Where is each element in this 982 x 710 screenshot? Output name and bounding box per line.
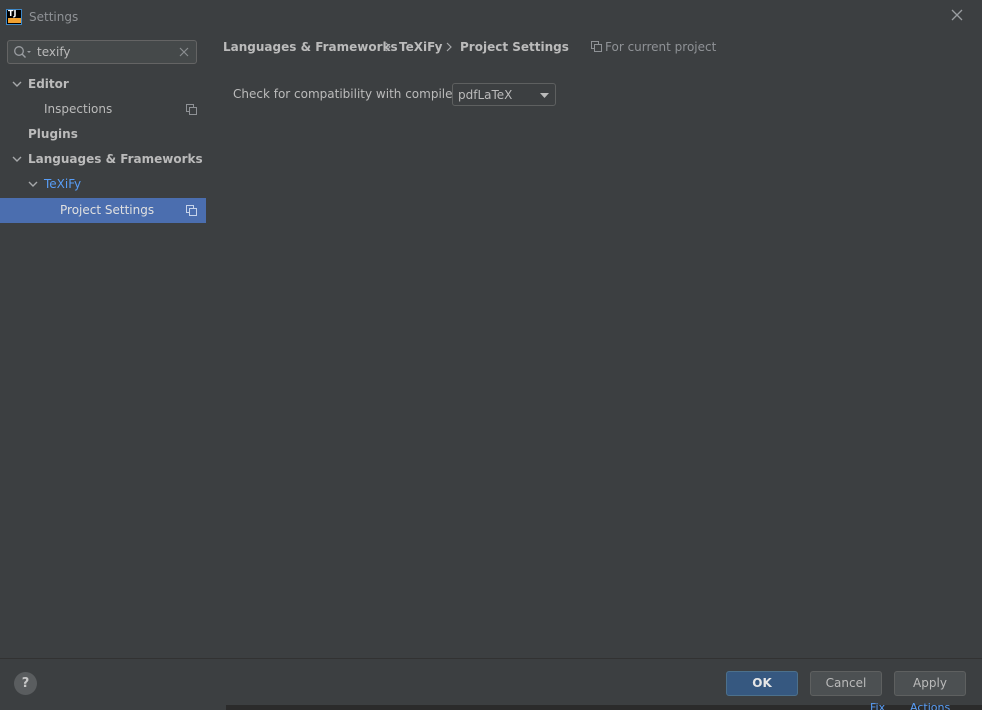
project-scope-icon <box>186 104 197 115</box>
chevron-down-icon[interactable] <box>28 180 38 188</box>
search-input[interactable] <box>37 43 177 61</box>
chevron-down-icon[interactable] <box>12 80 22 88</box>
tree-item-label: TeXiFy <box>44 177 82 191</box>
title-bar: TJ Settings <box>0 0 982 34</box>
search-box[interactable] <box>7 40 197 64</box>
help-button[interactable]: ? <box>14 672 37 695</box>
settings-content <box>206 34 982 658</box>
settings-sidebar: Editor Inspections Plugins Languages & F… <box>0 34 206 658</box>
tree-item-label: Inspections <box>44 102 113 116</box>
breadcrumb-item[interactable]: Languages & Frameworks <box>223 40 398 54</box>
close-icon[interactable] <box>950 8 964 22</box>
tree-item-texify[interactable]: TeXiFy <box>0 172 206 197</box>
background-window-strip: Fix Actions <box>226 701 982 710</box>
project-scope-icon <box>591 41 602 52</box>
apply-button[interactable]: Apply <box>894 671 966 696</box>
scope-label: For current project <box>605 40 717 54</box>
dropdown-arrow-icon <box>540 93 549 98</box>
cancel-button[interactable]: Cancel <box>810 671 882 696</box>
tree-item-inspections[interactable]: Inspections <box>0 97 206 122</box>
compiler-select-value: pdfLaTeX <box>458 88 513 102</box>
tree-item-editor[interactable]: Editor <box>0 72 206 97</box>
tree-item-label: Project Settings <box>60 203 155 217</box>
chevron-down-icon[interactable] <box>12 155 22 163</box>
chevron-right-icon <box>446 42 452 52</box>
tree-item-plugins[interactable]: Plugins <box>0 122 206 147</box>
background-fragment: Actions <box>910 701 951 710</box>
tree-item-label: Editor <box>28 77 69 91</box>
compiler-compatibility-label: Check for compatibility with compiler: <box>233 87 462 101</box>
compiler-select[interactable]: pdfLaTeX <box>452 83 556 106</box>
window-title: Settings <box>29 10 79 24</box>
tree-item-label: Plugins <box>28 127 78 141</box>
app-logo-icon: TJ <box>6 9 22 25</box>
breadcrumb-item: Project Settings <box>460 40 569 54</box>
dialog-footer: ? OK Cancel Apply <box>0 658 982 710</box>
tree-item-project-settings[interactable]: Project Settings <box>0 198 206 223</box>
tree-item-languages-frameworks[interactable]: Languages & Frameworks <box>0 147 206 172</box>
project-scope-icon <box>186 205 197 216</box>
tree-item-label: Languages & Frameworks <box>28 152 203 166</box>
breadcrumb-item[interactable]: TeXiFy <box>399 40 442 54</box>
ok-button[interactable]: OK <box>726 671 798 696</box>
clear-search-icon[interactable] <box>179 47 189 57</box>
chevron-right-icon <box>385 42 391 52</box>
background-fragment: Fix <box>870 701 886 710</box>
search-icon <box>14 46 31 58</box>
